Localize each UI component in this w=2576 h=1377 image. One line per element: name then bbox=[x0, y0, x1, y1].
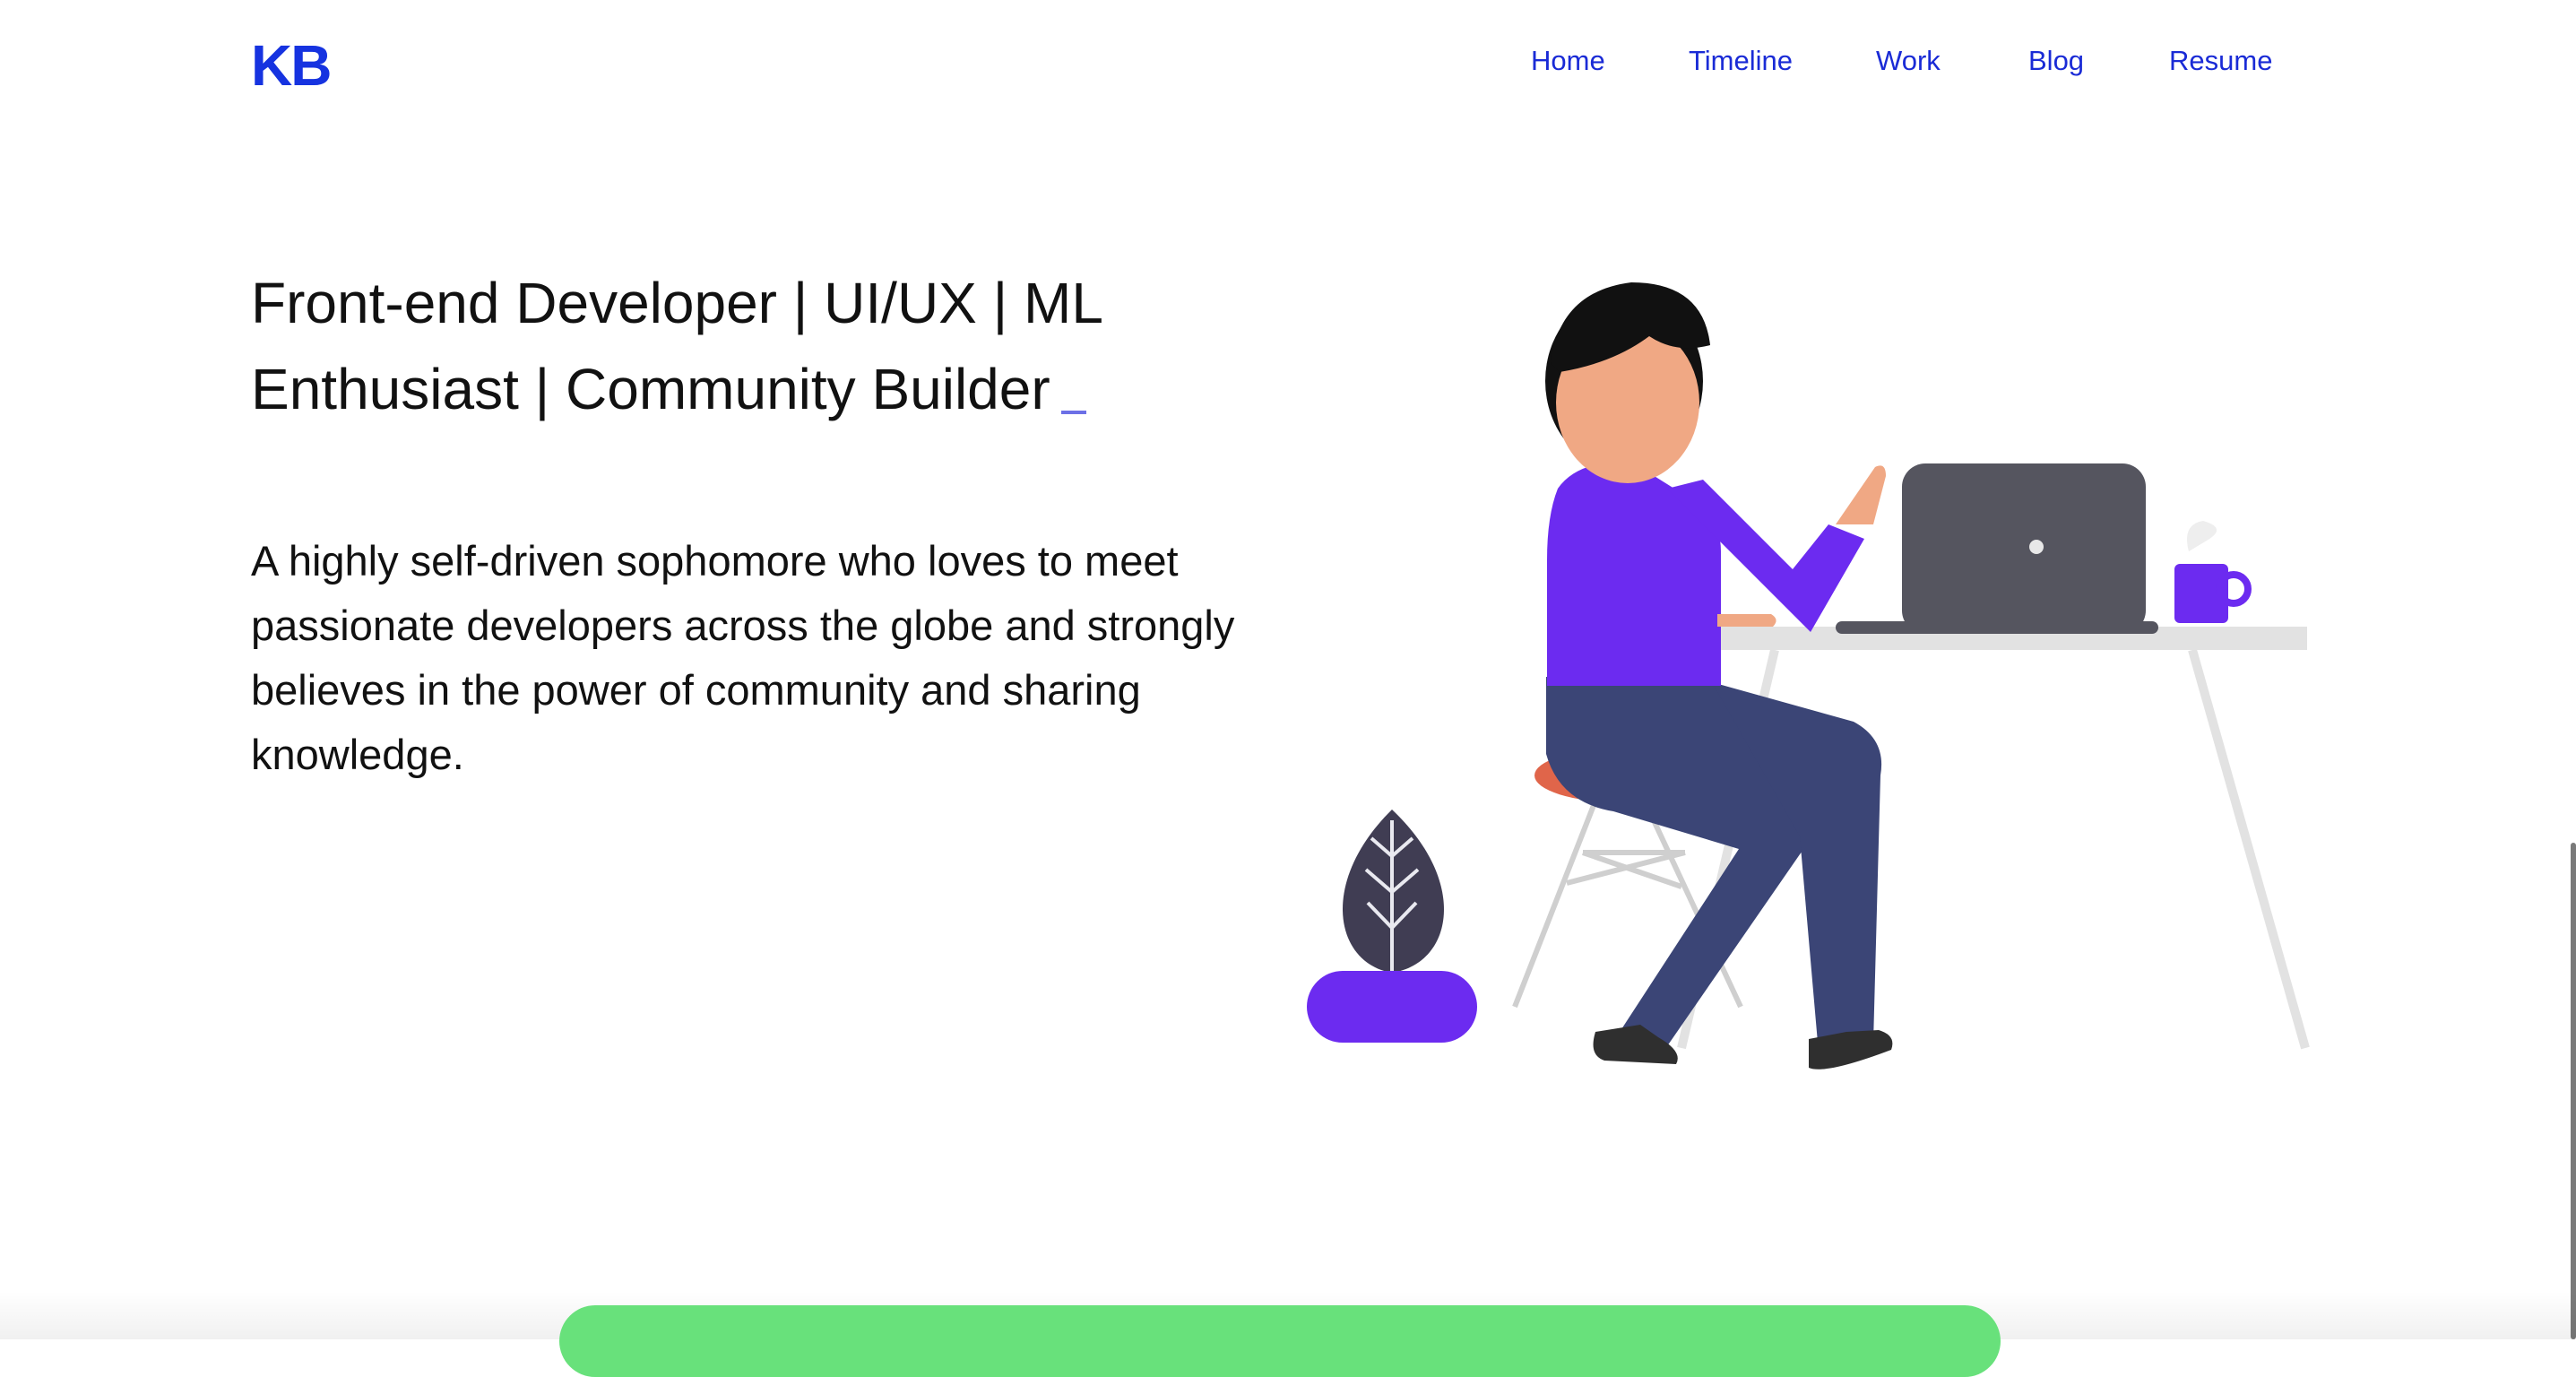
laptop-icon bbox=[1836, 463, 2158, 634]
page-scrollbar[interactable] bbox=[2571, 843, 2576, 1339]
hero-description: A highly self-driven sophomore who loves… bbox=[251, 537, 1235, 778]
nav-blog[interactable]: Blog bbox=[2028, 45, 2084, 77]
plant-icon bbox=[1307, 810, 1477, 1043]
mug-icon bbox=[2174, 521, 2252, 623]
nav-resume[interactable]: Resume bbox=[2169, 45, 2272, 77]
nav-timeline[interactable]: Timeline bbox=[1689, 45, 1793, 77]
hero-headline: Front-end Developer | UI/UX | ML Enthusi… bbox=[251, 260, 1362, 432]
typing-cursor bbox=[1060, 411, 1086, 414]
developer-illustration bbox=[1307, 282, 2310, 1070]
green-section-card bbox=[559, 1305, 2001, 1377]
logo[interactable]: KB bbox=[251, 32, 332, 99]
nav-work[interactable]: Work bbox=[1876, 45, 1941, 77]
headline-text: Front-end Developer | UI/UX | ML Enthusi… bbox=[251, 271, 1102, 421]
person-torso bbox=[1547, 461, 1886, 686]
person-head bbox=[1545, 282, 1710, 483]
nav-home[interactable]: Home bbox=[1531, 45, 1605, 77]
